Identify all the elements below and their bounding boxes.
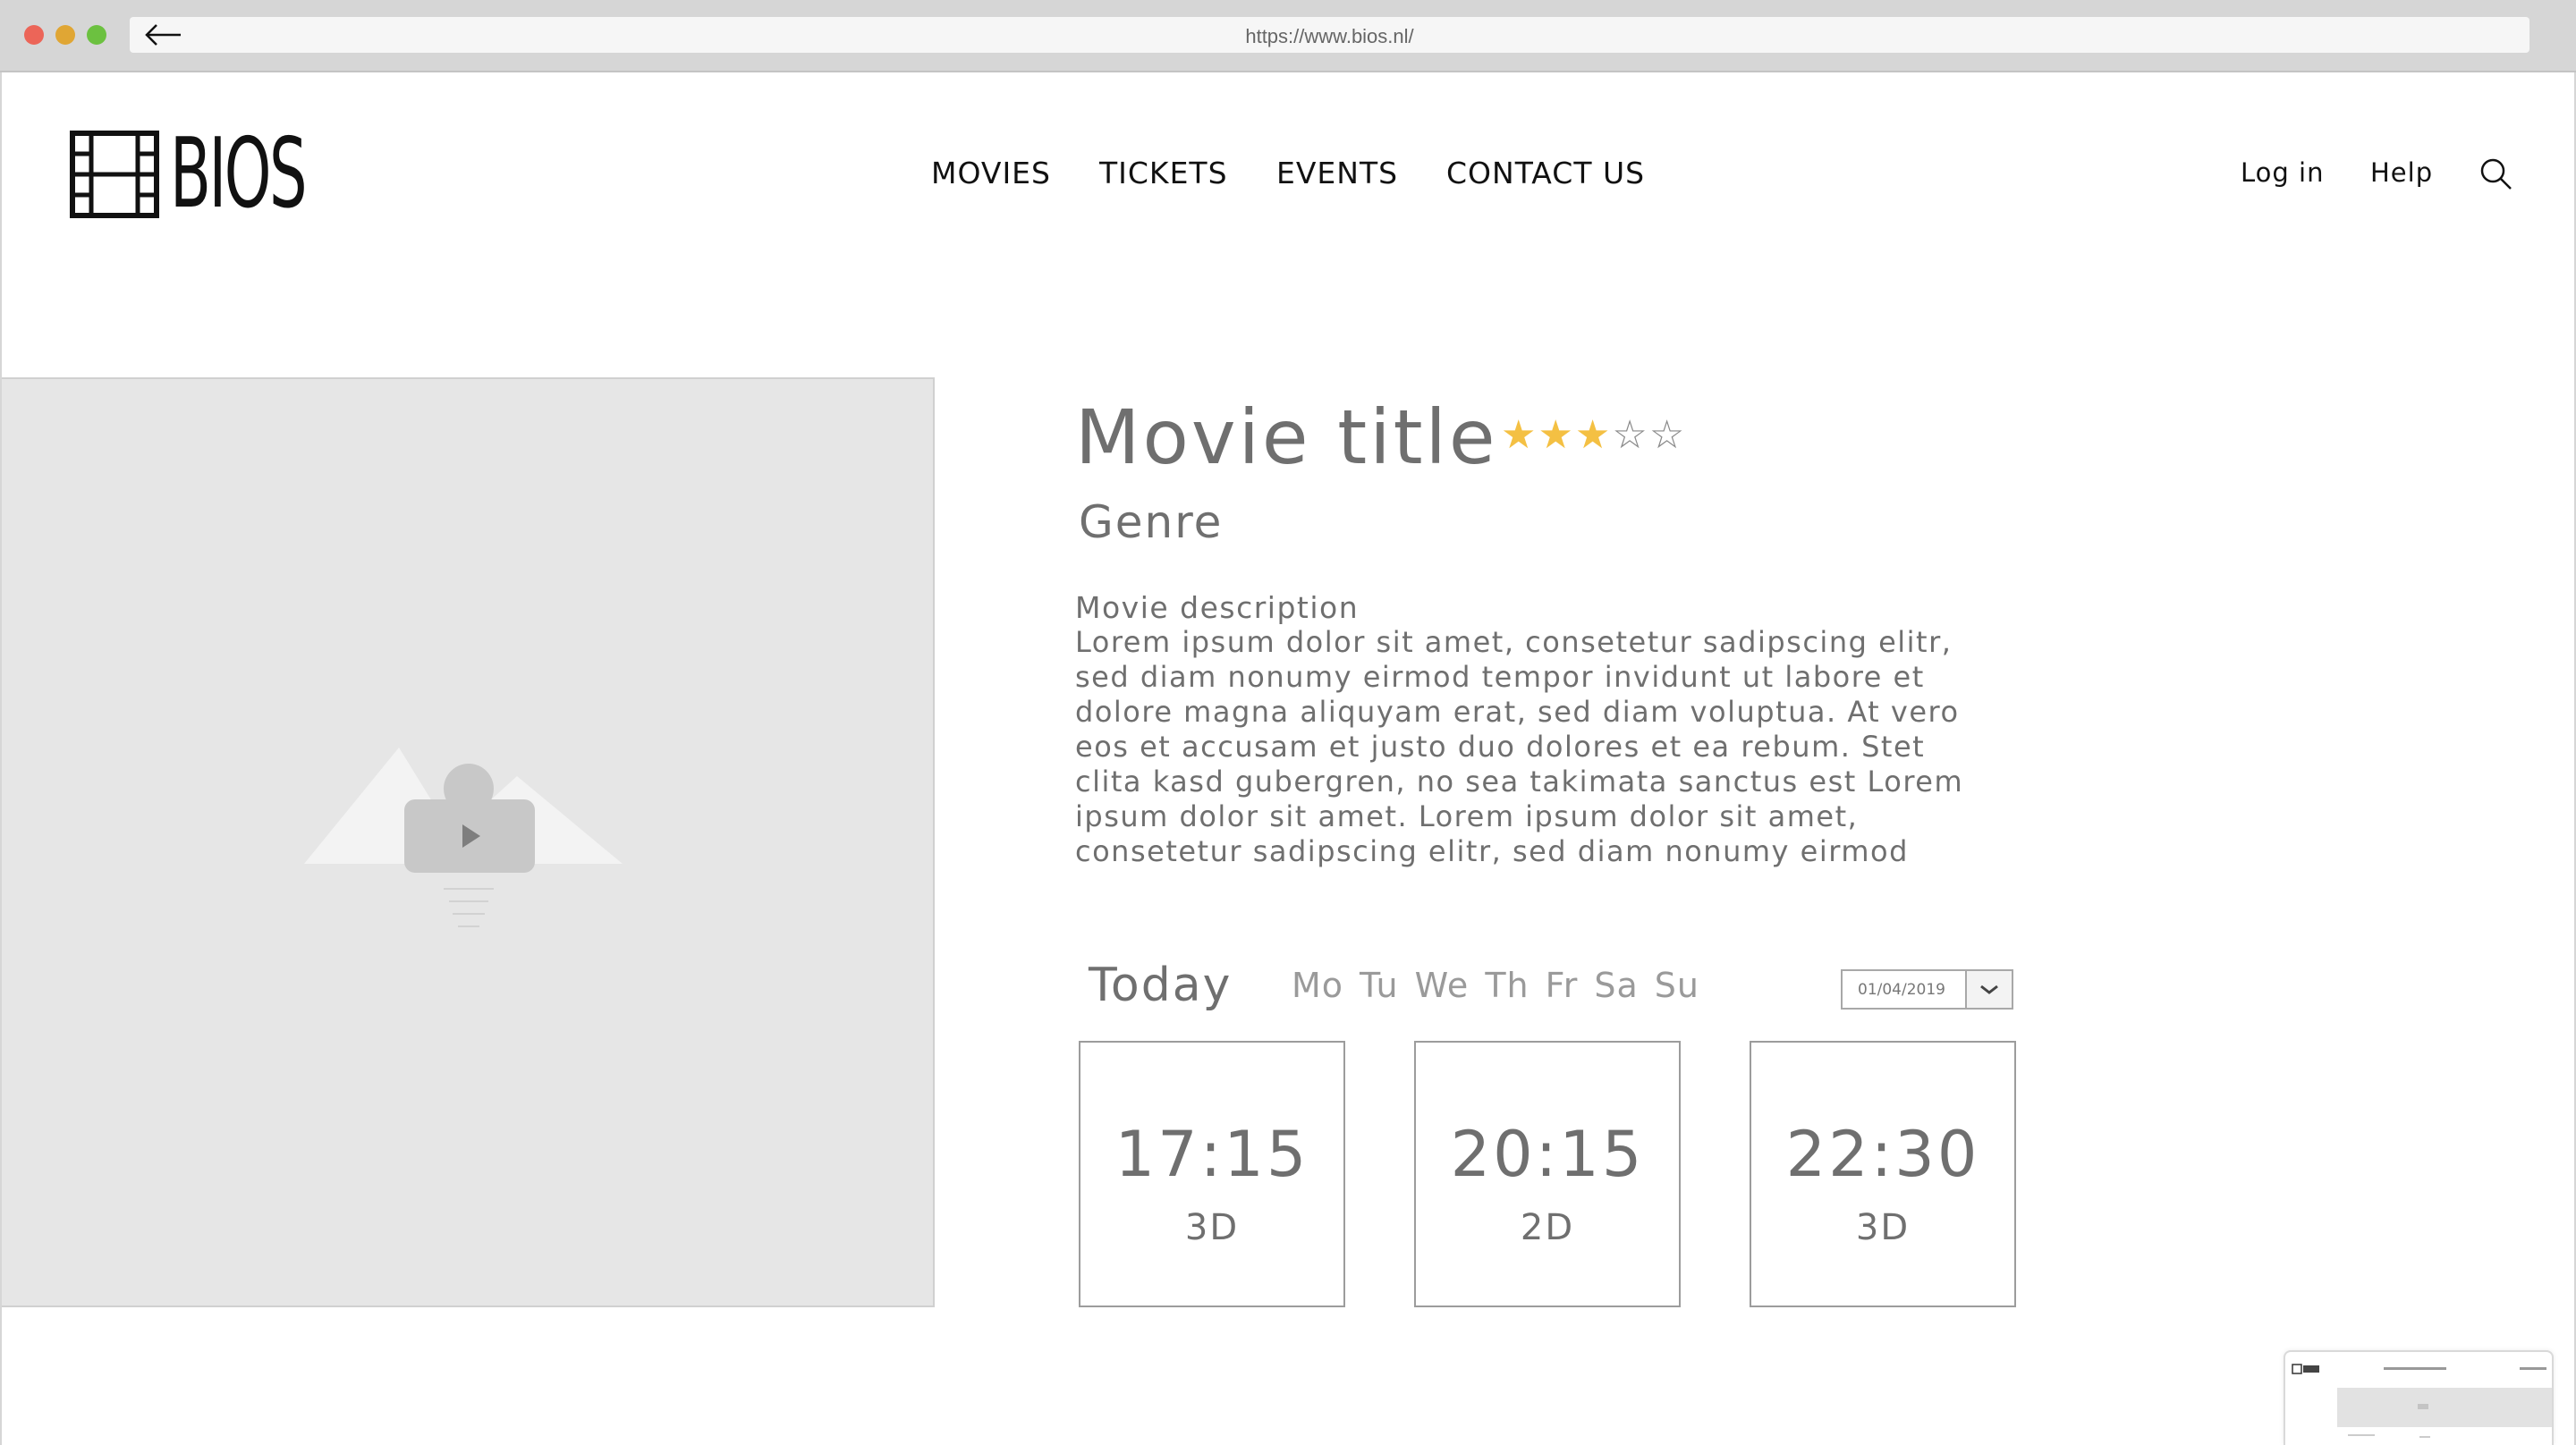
- film-strip-icon: [70, 131, 159, 218]
- showtime-card[interactable]: 22:30 3D: [1750, 1041, 2016, 1307]
- search-icon[interactable]: [2478, 156, 2513, 191]
- movie-genre: Genre: [1079, 496, 1224, 548]
- page-minimap[interactable]: [2284, 1350, 2554, 1445]
- close-window-button[interactable]: [24, 25, 44, 45]
- showtime-format: 3D: [1855, 1207, 1911, 1248]
- site-logo[interactable]: BIOS: [70, 118, 388, 230]
- movie-description: Lorem ipsum dolor sit amet, consetetur s…: [1075, 625, 1964, 868]
- maximize-window-button[interactable]: [87, 25, 106, 45]
- minimap-preview: [2292, 1364, 2552, 1438]
- help-link[interactable]: Help: [2370, 157, 2433, 188]
- nav-movies[interactable]: MOVIES: [931, 156, 1051, 190]
- showtime-time: 17:15: [1114, 1118, 1309, 1191]
- date-picker[interactable]: 01/04/2019: [1841, 969, 2013, 1010]
- nav-contact-us[interactable]: CONTACT US: [1446, 156, 1645, 190]
- showtime-time: 20:15: [1450, 1118, 1645, 1191]
- day-tu[interactable]: Tu: [1360, 966, 1399, 1005]
- description-heading: Movie description: [1075, 590, 1360, 625]
- showtime-format: 2D: [1520, 1207, 1575, 1248]
- showtime-format: 3D: [1184, 1207, 1240, 1248]
- date-value: 01/04/2019: [1843, 971, 1967, 1008]
- showtime-card[interactable]: 20:15 2D: [1414, 1041, 1681, 1307]
- minimize-window-button[interactable]: [55, 25, 75, 45]
- day-mo[interactable]: Mo: [1292, 966, 1343, 1005]
- browser-chrome: https://www.bios.nl/: [0, 0, 2576, 72]
- login-link[interactable]: Log in: [2241, 157, 2324, 188]
- nav-events[interactable]: EVENTS: [1276, 156, 1398, 190]
- day-we[interactable]: We: [1415, 966, 1470, 1005]
- video-play-placeholder-icon: [304, 748, 623, 927]
- chevron-down-icon[interactable]: [1967, 971, 2012, 1008]
- star-empty-icon: ☆: [1612, 413, 1648, 457]
- day-su[interactable]: Su: [1655, 966, 1699, 1005]
- weekday-selector: Mo Tu We Th Fr Sa Su: [1292, 966, 1699, 1005]
- showtime-time: 22:30: [1785, 1118, 1980, 1191]
- star-empty-icon: ☆: [1648, 413, 1685, 457]
- day-th[interactable]: Th: [1485, 966, 1529, 1005]
- today-tab[interactable]: Today: [1089, 959, 1232, 1012]
- day-sa[interactable]: Sa: [1594, 966, 1638, 1005]
- trailer-video-placeholder[interactable]: [2, 377, 935, 1307]
- star-filled-icon: ★: [1538, 413, 1573, 457]
- movie-title: Movie title: [1075, 393, 1498, 481]
- address-bar[interactable]: https://www.bios.nl/: [130, 17, 2529, 53]
- star-filled-icon: ★: [1574, 413, 1611, 457]
- day-fr[interactable]: Fr: [1546, 966, 1579, 1005]
- logo-text: BIOS: [170, 118, 307, 230]
- nav-tickets[interactable]: TICKETS: [1099, 156, 1228, 190]
- showtime-card[interactable]: 17:15 3D: [1079, 1041, 1345, 1307]
- star-filled-icon: ★: [1501, 413, 1537, 457]
- star-rating: ★ ★ ★ ☆ ☆: [1501, 413, 1684, 458]
- url-text: https://www.bios.nl/: [1245, 25, 1414, 47]
